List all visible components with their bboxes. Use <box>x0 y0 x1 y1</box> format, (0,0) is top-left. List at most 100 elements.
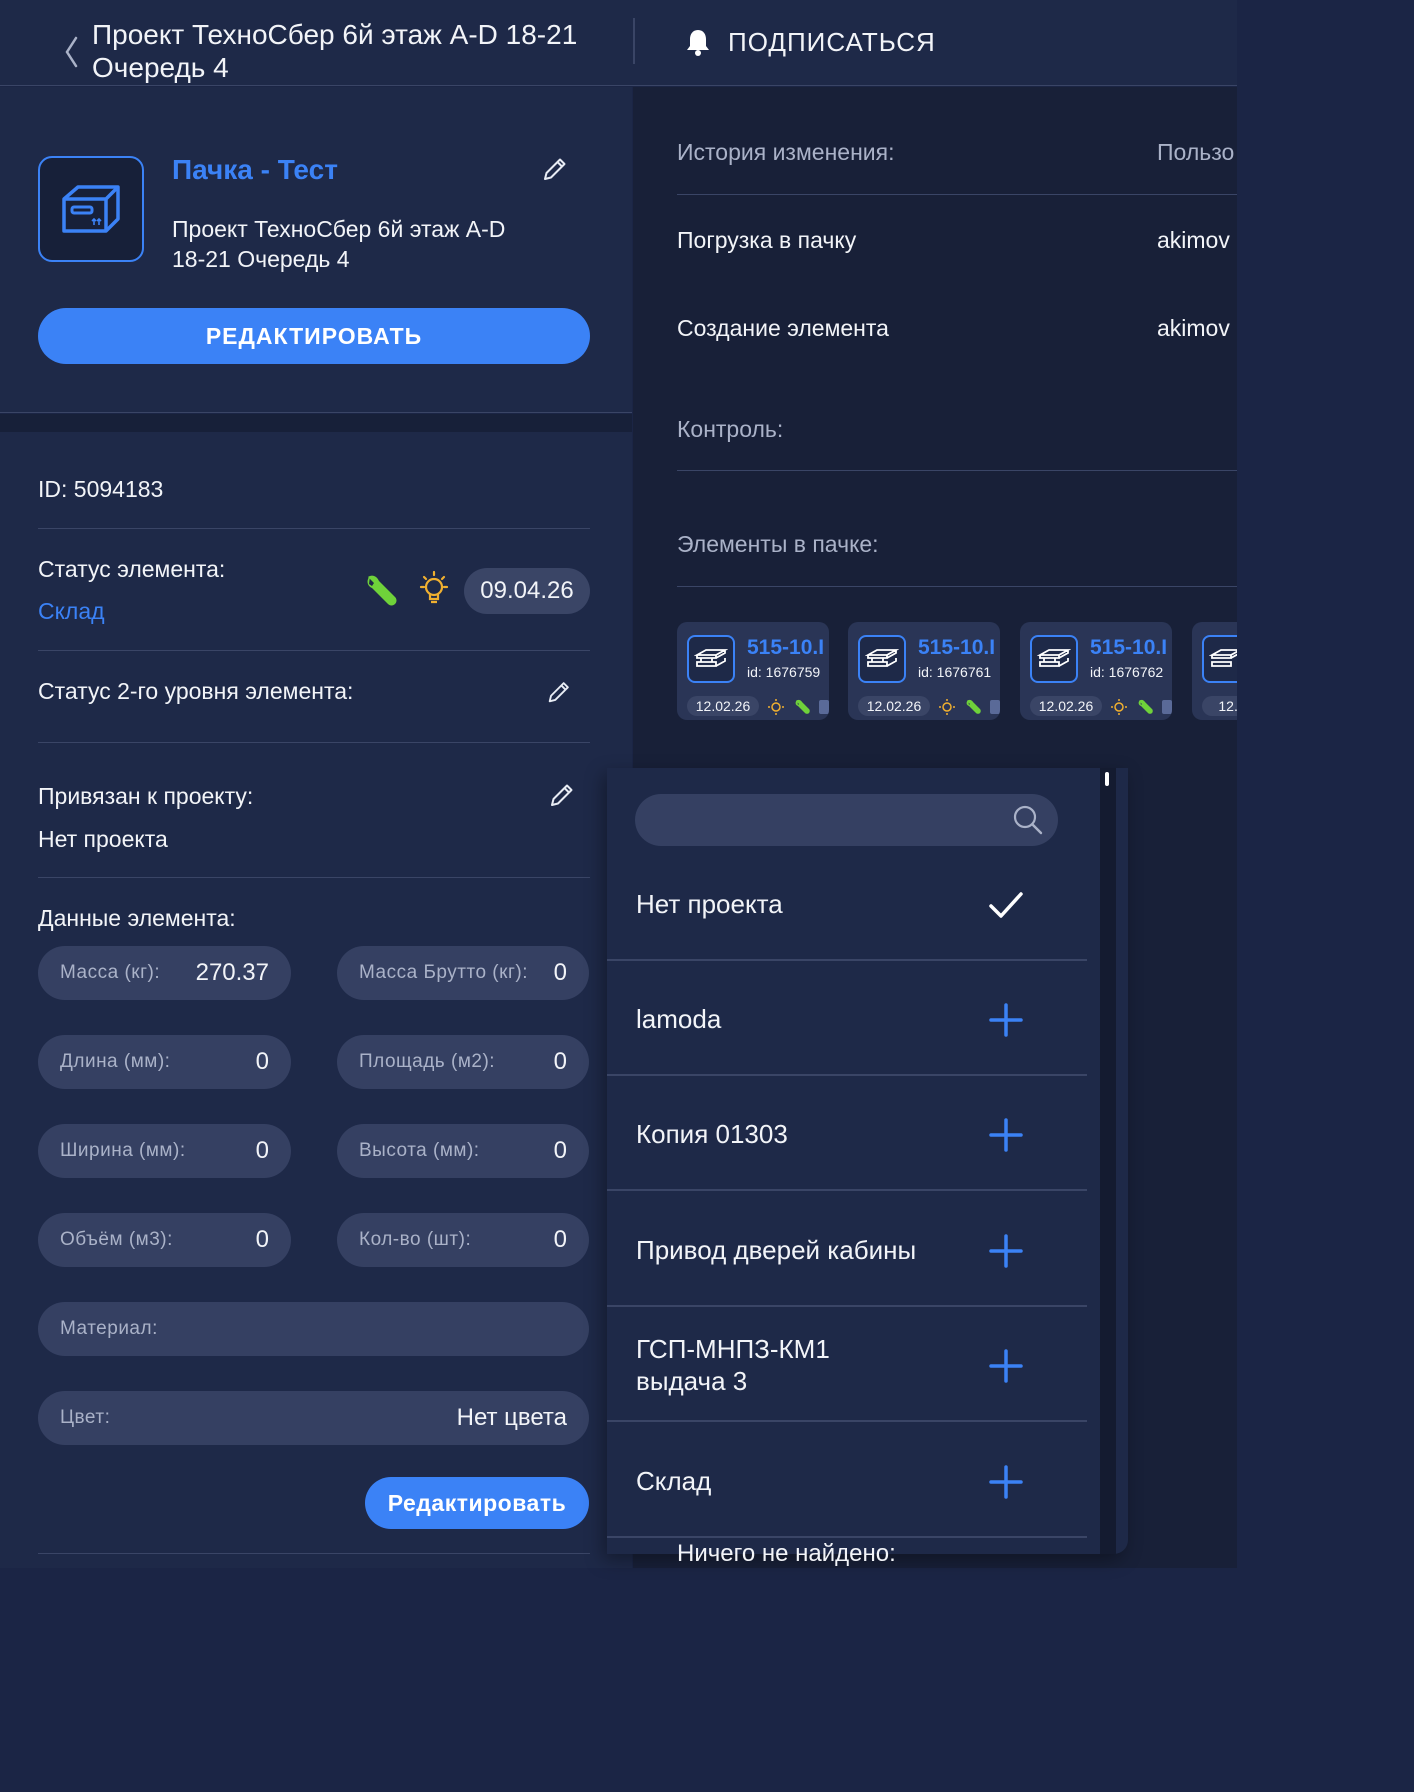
wrench-icon <box>1138 699 1153 714</box>
height-field[interactable]: Высота (мм): 0 <box>337 1124 589 1178</box>
beam-icon <box>1202 635 1237 683</box>
package-icon <box>1162 700 1172 714</box>
element-project: Проект ТехноСбер 6й этаж A-D 18-21 Очере… <box>172 214 572 274</box>
status2-label: Статус 2-го уровня элемента: <box>38 678 354 704</box>
edit-button[interactable]: РЕДАКТИРОВАТЬ <box>38 308 590 364</box>
field-value: 0 <box>553 1226 567 1253</box>
area-field[interactable]: Площадь (м2): 0 <box>337 1035 589 1089</box>
wrench-icon <box>966 699 981 714</box>
divider <box>38 742 590 743</box>
control-label: Контроль: <box>677 416 784 442</box>
package-icon <box>38 156 144 262</box>
mass-field[interactable]: Масса (кг): 270.37 <box>38 946 291 1000</box>
dropdown-item-lamoda[interactable]: lamoda <box>607 961 1087 1076</box>
history-action: Погрузка в пачку <box>677 227 857 253</box>
dropdown-scroll-thumb[interactable] <box>1105 772 1109 786</box>
pencil-icon[interactable] <box>545 678 573 706</box>
divider <box>677 470 1237 471</box>
page-title: Проект ТехноСбер 6й этаж A-D 18-21 Очере… <box>92 18 612 84</box>
field-value: 0 <box>255 1226 269 1253</box>
plus-icon[interactable] <box>987 1347 1025 1385</box>
page-title-line2: Очередь 4 <box>92 52 229 83</box>
card-date: 12.02.26 <box>1030 696 1102 716</box>
element-project-line2: 18-21 Очередь 4 <box>172 246 350 272</box>
history-action: Создание элемента <box>677 315 889 341</box>
field-label: Площадь (м2): <box>359 1051 496 1072</box>
plus-icon[interactable] <box>987 1116 1025 1154</box>
dropdown-scrollbar[interactable] <box>1100 768 1116 1554</box>
back-chevron-icon[interactable] <box>62 34 82 70</box>
element-name: Пачка - Тест <box>172 154 338 185</box>
beam-icon <box>687 635 735 683</box>
package-elements-label: Элементы в пачке: <box>677 531 879 557</box>
element-id: ID: 5094183 <box>38 476 164 502</box>
dropdown-item-label: lamoda <box>636 1004 722 1034</box>
field-value: Нет цвета <box>456 1404 567 1431</box>
history-user-column: Пользо <box>1157 139 1235 165</box>
lightbulb-icon <box>939 699 955 715</box>
bell-icon <box>687 30 709 56</box>
material-field[interactable]: Материал: <box>38 1302 589 1356</box>
dropdown-item-gsp[interactable]: ГСП-МНПЗ-КМ1 выдача 3 <box>607 1307 1087 1422</box>
divider <box>38 650 590 651</box>
dropdown-item-label-line1: ГСП-МНПЗ-КМ1 <box>636 1334 830 1364</box>
dropdown-item-sklad[interactable]: Склад <box>607 1423 1087 1538</box>
card-date: 12.02.26 <box>858 696 930 716</box>
plus-icon[interactable] <box>987 1232 1025 1270</box>
status-date-badge: 09.04.26 <box>464 568 590 614</box>
dropdown-item-label: Склад <box>636 1466 712 1496</box>
field-value: 270.37 <box>195 959 269 986</box>
element-project-line1: Проект ТехноСбер 6й этаж A-D <box>172 216 506 242</box>
divider <box>38 1553 590 1554</box>
status-value[interactable]: Склад <box>38 598 105 625</box>
edit-data-button[interactable]: Редактировать <box>365 1477 589 1529</box>
pencil-icon[interactable] <box>540 154 570 184</box>
quantity-field[interactable]: Кол-во (шт): 0 <box>337 1213 589 1267</box>
card-id: id: 1676762 <box>1090 664 1164 680</box>
lightbulb-icon <box>1111 699 1127 715</box>
nothing-found-label: Ничего не найдено: <box>677 1540 896 1567</box>
field-label: Материал: <box>60 1318 158 1339</box>
history-user: akimov <box>1157 315 1230 341</box>
search-icon[interactable] <box>1012 804 1044 836</box>
plus-icon[interactable] <box>987 1001 1025 1039</box>
length-field[interactable]: Длина (мм): 0 <box>38 1035 291 1089</box>
volume-field[interactable]: Объём (м3): 0 <box>38 1213 291 1267</box>
field-label: Ширина (мм): <box>60 1140 186 1161</box>
dropdown-item-no-project[interactable]: Нет проекта <box>607 846 1087 961</box>
lightbulb-icon <box>419 570 449 604</box>
plus-icon[interactable] <box>987 1463 1025 1501</box>
subscribe-label: ПОДПИСАТЬСЯ <box>728 26 936 57</box>
card-date: 12.02.26 <box>687 696 759 716</box>
project-bind-label: Привязан к проекту: <box>38 783 254 809</box>
header-divider <box>633 18 635 64</box>
gross-mass-field[interactable]: Масса Брутто (кг): 0 <box>337 946 589 1000</box>
dropdown-item-label-line2: выдача 3 <box>636 1366 748 1396</box>
package-element-card[interactable]: 515-10.I id: 1676762 12.02.26 <box>1020 622 1172 720</box>
project-search-input[interactable] <box>635 794 1058 846</box>
subscribe-button[interactable]: ПОДПИСАТЬСЯ <box>684 24 936 60</box>
color-field[interactable]: Цвет: Нет цвета <box>38 1391 589 1445</box>
pencil-icon[interactable] <box>547 780 577 810</box>
package-element-card[interactable]: 12.0 <box>1192 622 1237 720</box>
card-name: 515-10.I <box>747 636 825 659</box>
card-date: 12.0 <box>1202 696 1237 716</box>
package-element-card[interactable]: 515-10.I id: 1676761 12.02.26 <box>848 622 1000 720</box>
field-label: Кол-во (шт): <box>359 1229 472 1250</box>
divider <box>38 877 590 878</box>
divider <box>677 194 1237 195</box>
project-bind-value: Нет проекта <box>38 826 168 852</box>
card-name: 515-10.I <box>1090 636 1168 659</box>
dropdown-item-kopiya[interactable]: Копия 01303 <box>607 1076 1087 1191</box>
field-label: Цвет: <box>60 1407 111 1428</box>
dropdown-item-privod[interactable]: Привод дверей кабины <box>607 1192 1087 1307</box>
wrench-icon <box>795 699 810 714</box>
section-gap <box>0 414 632 432</box>
width-field[interactable]: Ширина (мм): 0 <box>38 1124 291 1178</box>
history-user: akimov <box>1157 227 1230 253</box>
card-name: 515-10.I <box>918 636 996 659</box>
package-element-card[interactable]: 515-10.I id: 1676759 12.02.26 <box>677 622 829 720</box>
divider <box>677 586 1237 587</box>
field-label: Объём (м3): <box>60 1229 173 1250</box>
field-value: 0 <box>553 959 567 986</box>
